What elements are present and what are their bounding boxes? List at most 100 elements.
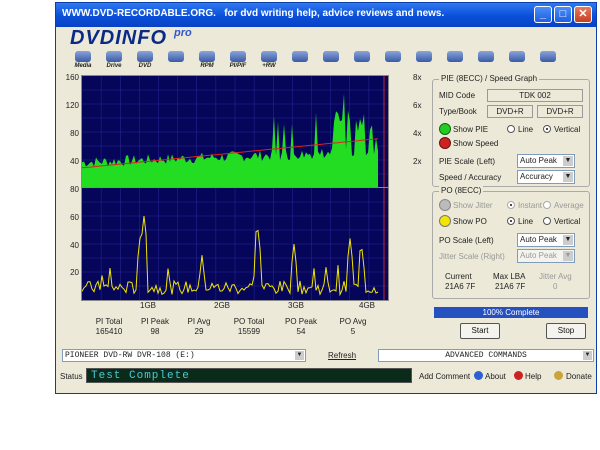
toolbar-icon [416,51,432,62]
pie-vertical-label: Vertical [554,125,581,134]
about-button[interactable]: About [485,372,506,381]
status-display: Test Complete [86,368,412,383]
toolbar-button-pi-pif[interactable]: PI/PIF [225,51,251,71]
toolbar-button-drive[interactable]: Drive [101,51,127,71]
jitter-average-radio[interactable] [543,201,551,209]
toolbar-label: DVD [138,63,152,69]
chevron-down-icon: ▼ [295,351,304,360]
window-title: WWW.DVD-RECORDABLE.ORG. for dvd writing … [62,8,445,19]
add-comment-button[interactable]: Add Comment [419,372,470,381]
show-pie-label: Show PIE [453,125,489,134]
current-value: 21A6 7F [445,282,476,291]
toolbar-button-tool-12[interactable] [442,51,468,71]
toolbar-label: RPM [200,63,214,69]
stop-button[interactable]: Stop [546,323,586,339]
jitter-scale-select[interactable]: Auto Peak ▼ [517,249,575,263]
toolbar-icon [509,51,525,62]
y-tick-right-4x: 4x [413,129,422,138]
pie-group: PIE (8ECC) / Speed Graph MID Code TDK 00… [432,74,590,187]
y-tick-top-40: 40 [70,157,79,166]
toolbar-button-tool-3[interactable] [163,51,189,71]
app-logo-suffix: pro [174,27,192,39]
po-vertical-radio[interactable] [543,217,551,225]
donate-button[interactable]: Donate [566,372,592,381]
advanced-commands-select[interactable]: ADVANCED COMMANDS ▼ [378,349,594,362]
y-tick-bot-40: 40 [70,241,79,250]
pie-speed-graph [81,75,389,189]
donate-icon [554,371,563,380]
po-scale-select[interactable]: Auto Peak ▼ [517,233,575,247]
show-jitter-toggle[interactable] [439,199,451,211]
show-po-label: Show PO [453,217,487,226]
y-tick-top-80: 80 [70,129,79,138]
pie-line-radio[interactable] [507,125,515,133]
minimize-button[interactable]: _ [534,6,552,23]
refresh-link[interactable]: Refresh [328,351,356,360]
toolbar-button--rw[interactable]: +RW [256,51,282,71]
jitter-instant-radio[interactable] [507,201,515,209]
drive-select[interactable]: PIONEER DVD-RW DVR-108 (E:) ▼ [62,349,306,362]
po-group: PO (8ECC) Show Jitter Instant Average Sh… [432,186,590,299]
speed-accuracy-select[interactable]: Accuracy ▼ [517,170,575,184]
stat-pi-avg: PI Avg 29 [187,317,211,336]
help-icon [514,371,523,380]
progress-bar: 100% Complete [434,307,588,318]
toolbar-button-tool-11[interactable] [411,51,437,71]
chevron-down-icon: ▼ [583,351,592,360]
jitter-scale-label: Jitter Scale (Right) [439,252,505,261]
jitter-avg-label: Jitter Avg [539,272,572,281]
toolbar-button-dvd[interactable]: DVD [132,51,158,71]
pie-scale-select[interactable]: Auto Peak ▼ [517,154,575,168]
help-button[interactable]: Help [525,372,541,381]
show-po-toggle[interactable] [439,215,451,227]
po-graph [81,187,389,301]
toolbar-button-rpm[interactable]: RPM [194,51,220,71]
toolbar-label: Media [74,63,92,69]
y-tick-right-6x: 6x [413,101,422,110]
toolbar-icon [106,51,122,62]
stat-po-avg: PO Avg 5 [339,317,367,336]
toolbar-icon [354,51,370,62]
po-vertical-label: Vertical [554,217,581,226]
status-label: Status [60,372,83,381]
toolbar-button-tool-8[interactable] [318,51,344,71]
pie-scale-label: PIE Scale (Left) [439,157,496,166]
status-text: Test Complete [91,370,190,382]
y-tick-top-160: 160 [65,73,79,82]
toolbar-button-tool-15[interactable] [535,51,561,71]
toolbar-icon [292,51,308,62]
show-jitter-label: Show Jitter [453,201,493,210]
app-window: WWW.DVD-RECORDABLE.ORG. for dvd writing … [55,2,597,394]
toolbar-button-tool-14[interactable] [504,51,530,71]
maximize-button[interactable]: □ [554,6,572,23]
x-tick-2gb: 2GB [214,301,231,310]
pie-line-label: Line [518,125,534,134]
speed-accuracy-label: Speed / Accuracy [439,173,502,182]
show-pie-toggle[interactable] [439,123,451,135]
type-book-label: Type/Book [439,107,477,116]
show-speed-toggle[interactable] [439,137,451,149]
toolbar-button-tool-13[interactable] [473,51,499,71]
close-button[interactable]: ✕ [574,6,592,23]
toolbar-button-tool-9[interactable] [349,51,375,71]
toolbar-button-media[interactable]: Media [70,51,96,71]
jitter-average-label: Average [554,201,584,210]
toolbar-icon [199,51,215,62]
pie-graph-canvas [81,76,388,188]
po-line-radio[interactable] [507,217,515,225]
current-label: Current [445,272,472,281]
toolbar-icon [261,51,277,62]
start-button[interactable]: Start [460,323,500,339]
y-tick-bot-60: 60 [70,213,79,222]
toolbar-button-tool-10[interactable] [380,51,406,71]
po-series [81,215,379,297]
toolbar-icon [168,51,184,62]
toolbar-button-tool-7[interactable] [287,51,313,71]
book-value: DVD+R [537,105,583,118]
toolbar-icon [323,51,339,62]
toolbar-label: PI/PIF [229,63,247,69]
pie-vertical-radio[interactable] [543,125,551,133]
pie-series [82,93,378,188]
chevron-down-icon: ▼ [563,235,573,245]
toolbar-label: Drive [106,63,122,69]
